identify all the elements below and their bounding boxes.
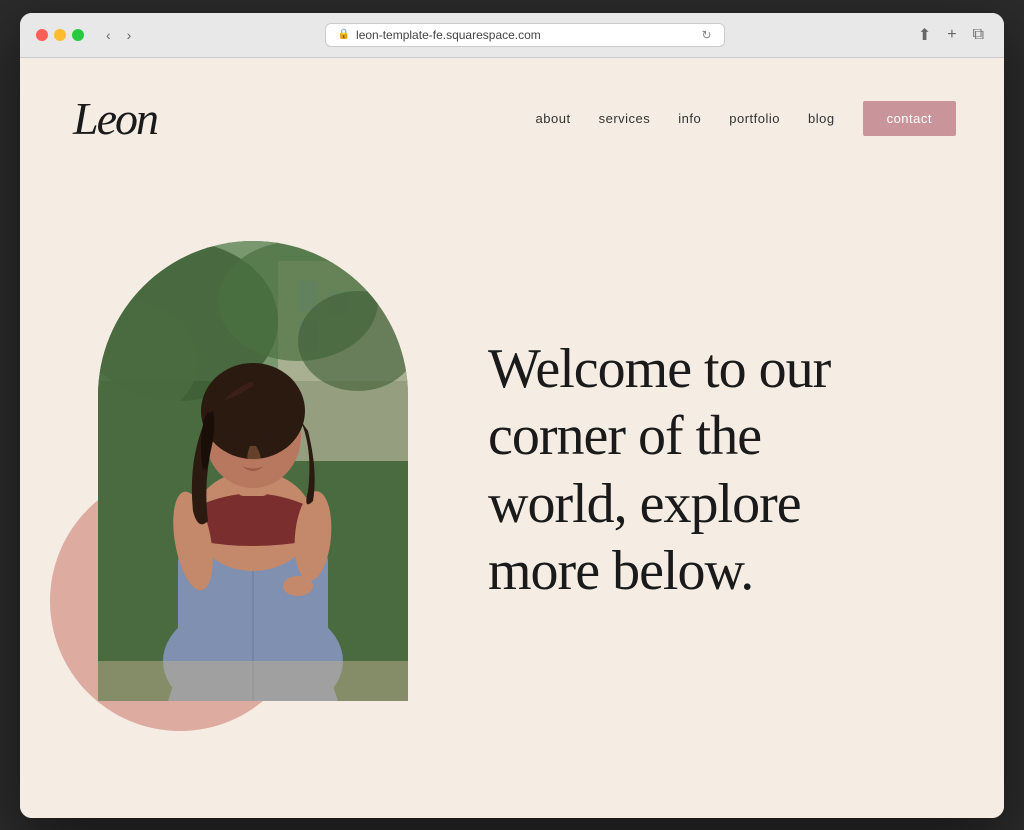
hero-heading-line2: corner of the bbox=[488, 405, 761, 467]
logo-svg: Leon bbox=[68, 86, 188, 146]
forward-button[interactable]: › bbox=[123, 25, 136, 45]
website-content: Leon about services info portfolio blog … bbox=[20, 58, 1004, 818]
refresh-icon[interactable]: ↻ bbox=[702, 28, 712, 42]
hero-text-column: Welcome to our corner of the world, expl… bbox=[408, 336, 956, 605]
address-bar[interactable]: 🔒 leon-template-fe.squarespace.com ↻ bbox=[325, 23, 725, 47]
back-button[interactable]: ‹ bbox=[102, 25, 115, 45]
hero-image-column bbox=[98, 241, 408, 701]
hero-heading-line3: world, explore bbox=[488, 473, 801, 535]
hero-section: Welcome to our corner of the world, expl… bbox=[20, 171, 1004, 791]
hero-image bbox=[98, 241, 408, 701]
traffic-light-fullscreen[interactable] bbox=[72, 29, 84, 41]
nav-link-blog[interactable]: blog bbox=[808, 111, 835, 126]
nav-link-portfolio[interactable]: portfolio bbox=[729, 111, 780, 126]
browser-action-buttons: ⬆ + ⧉ bbox=[914, 23, 988, 47]
hero-heading: Welcome to our corner of the world, expl… bbox=[488, 336, 956, 605]
new-tab-button[interactable]: + bbox=[943, 24, 960, 46]
site-logo[interactable]: Leon bbox=[68, 86, 188, 151]
nav-links: about services info portfolio blog conta… bbox=[536, 101, 956, 136]
traffic-lights bbox=[36, 29, 84, 41]
lock-icon: 🔒 bbox=[338, 29, 350, 40]
nav-link-info[interactable]: info bbox=[678, 111, 701, 126]
svg-text:Leon: Leon bbox=[72, 93, 158, 144]
contact-button[interactable]: contact bbox=[863, 101, 956, 136]
hero-heading-line1: Welcome to our bbox=[488, 338, 830, 400]
browser-window: ‹ › 🔒 leon-template-fe.squarespace.com ↻… bbox=[20, 13, 1004, 818]
nav-link-about[interactable]: about bbox=[536, 111, 571, 126]
traffic-light-close[interactable] bbox=[36, 29, 48, 41]
hero-heading-line4: more below. bbox=[488, 540, 753, 602]
browser-chrome: ‹ › 🔒 leon-template-fe.squarespace.com ↻… bbox=[20, 13, 1004, 58]
traffic-light-minimize[interactable] bbox=[54, 29, 66, 41]
arch-image-container bbox=[98, 241, 408, 701]
url-text: leon-template-fe.squarespace.com bbox=[356, 28, 541, 42]
site-navigation: Leon about services info portfolio blog … bbox=[20, 58, 1004, 171]
browser-nav-controls: ‹ › bbox=[102, 25, 135, 45]
tabs-button[interactable]: ⧉ bbox=[969, 24, 988, 46]
nav-link-services[interactable]: services bbox=[599, 111, 651, 126]
share-button[interactable]: ⬆ bbox=[914, 23, 935, 47]
